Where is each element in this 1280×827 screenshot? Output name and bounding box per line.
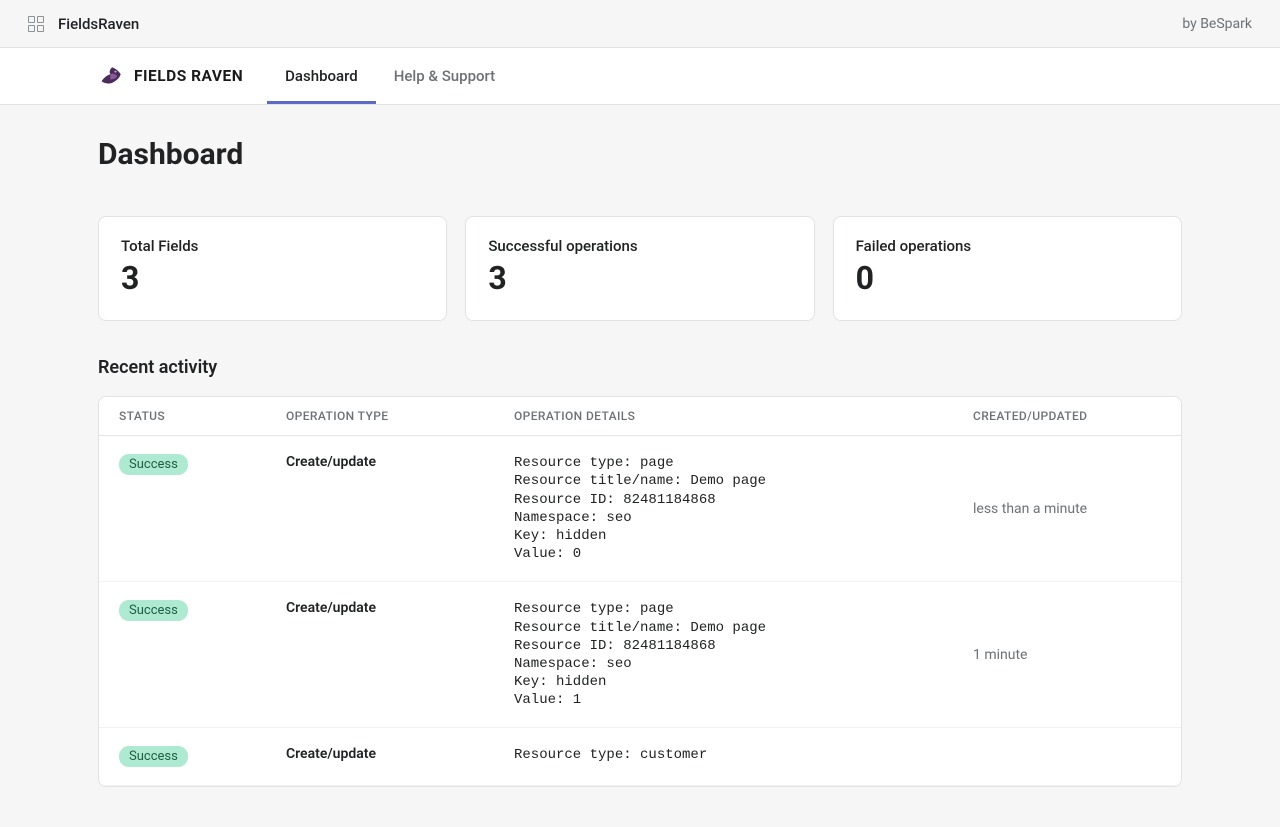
stat-value: 3 [121,261,424,296]
cell-operation-type: Create/update [266,582,494,728]
apps-icon[interactable] [28,16,44,32]
operation-details-text: Resource type: customer [514,746,933,764]
brand-text: FIELDS RAVEN [134,67,243,85]
stats-row: Total Fields 3 Successful operations 3 F… [98,216,1182,321]
status-badge: Success [119,746,188,767]
activity-table-wrap: STATUS OPERATION TYPE OPERATION DETAILS … [98,396,1182,787]
stat-total-fields: Total Fields 3 [98,216,447,321]
topbar: FieldsRaven by BeSpark [0,0,1280,48]
cell-status: Success [99,436,266,582]
table-row: Success Create/updateResource type: page … [99,436,1181,582]
page-title: Dashboard [98,137,1182,172]
stat-label: Failed operations [856,237,1159,255]
status-badge: Success [119,600,188,621]
operation-details-text: Resource type: page Resource title/name:… [514,454,933,563]
cell-operation-details: Resource type: page Resource title/name:… [494,582,953,728]
nav-bar: FIELDS RAVEN Dashboard Help & Support [0,48,1280,105]
stat-label: Successful operations [488,237,791,255]
th-created-updated: CREATED/UPDATED [953,397,1181,436]
by-text: by BeSpark [1182,16,1252,32]
table-row: Success Create/update Resource type: custo… [99,728,1181,786]
cell-operation-type: Create/update [266,436,494,582]
stat-label: Total Fields [121,237,424,255]
th-status: STATUS [99,397,266,436]
brand[interactable]: FIELDS RAVEN [98,62,243,90]
nav-tabs: Dashboard Help & Support [267,48,513,104]
stat-successful-operations: Successful operations 3 [465,216,814,321]
main-content: Dashboard Total Fields 3 Successful oper… [0,105,1280,827]
status-badge: Success [119,454,188,475]
cell-time: less than a minute [953,436,1181,582]
stat-value: 3 [488,261,791,296]
cell-status: Success [99,728,266,786]
cell-operation-details: Resource type: page Resource title/name:… [494,436,953,582]
tab-dashboard[interactable]: Dashboard [267,48,376,104]
stat-failed-operations: Failed operations 0 [833,216,1182,321]
cell-status: Success [99,582,266,728]
topbar-left: FieldsRaven [28,15,139,33]
th-operation-details: OPERATION DETAILS [494,397,953,436]
cell-operation-type: Create/update [266,728,494,786]
activity-table: STATUS OPERATION TYPE OPERATION DETAILS … [99,397,1181,786]
stat-value: 0 [856,261,1159,296]
recent-activity-title: Recent activity [98,357,1182,378]
th-operation-type: OPERATION TYPE [266,397,494,436]
cell-operation-details: Resource type: customer [494,728,953,786]
table-row: Success Create/updateResource type: page … [99,582,1181,728]
cell-time: 1 minute [953,582,1181,728]
operation-details-text: Resource type: page Resource title/name:… [514,600,933,709]
tab-help-support[interactable]: Help & Support [376,48,513,104]
cell-time [953,728,1181,786]
app-name: FieldsRaven [58,15,139,33]
raven-logo-icon [98,62,126,90]
